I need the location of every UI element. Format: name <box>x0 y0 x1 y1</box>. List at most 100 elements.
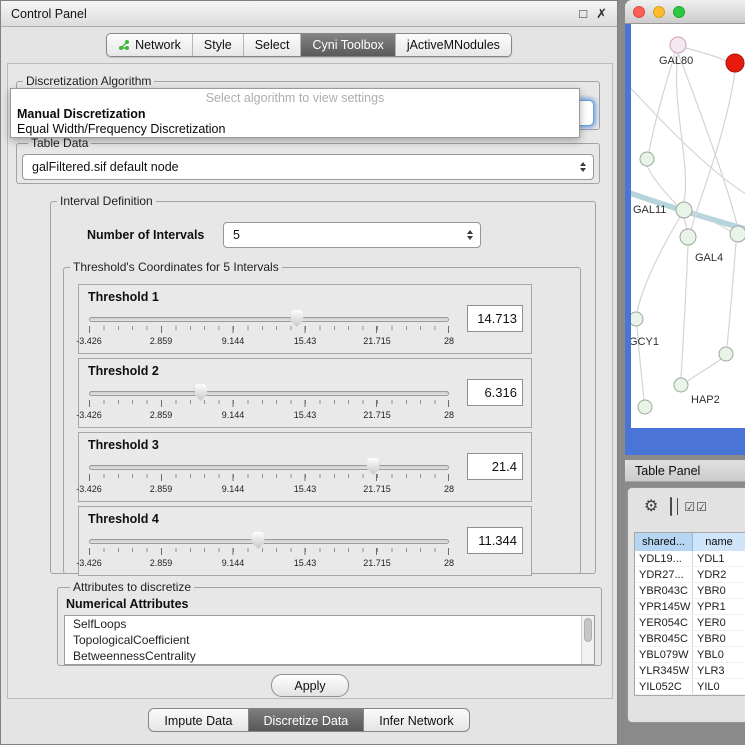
table-row[interactable]: YBR043CYBR0 <box>635 583 745 599</box>
network-node[interactable] <box>638 400 652 414</box>
dropdown-option-equal-width-frequency[interactable]: Equal Width/Frequency Discretization <box>11 122 579 137</box>
tab-select[interactable]: Select <box>243 34 301 56</box>
column-header-shared-name[interactable]: shared... <box>635 533 693 551</box>
slider-major-ticks <box>89 400 449 407</box>
node-label-gal11: GAL11 <box>633 204 666 216</box>
list-item-betweennesscentrality[interactable]: BetweennessCentrality <box>65 648 594 664</box>
threshold-2-value-field[interactable]: 6.316 <box>467 379 523 406</box>
dropdown-option-manual-discretization[interactable]: Manual Discretization <box>11 107 579 122</box>
tab-label: Cyni Toolbox <box>312 38 383 52</box>
table-panel-titlebar: Table Panel <box>625 459 745 482</box>
right-area: GAL80 GAL11 GAL4 GCY1 HAP2 Table Panel ⚙… <box>625 0 745 745</box>
table-row[interactable]: YLR345WYLR3 <box>635 663 745 679</box>
algorithm-dropdown: Select algorithm to view settings Manual… <box>10 88 580 138</box>
tick-label: 15.43 <box>294 336 317 346</box>
tick-label: 21.715 <box>363 558 391 568</box>
scrollbar-thumb[interactable] <box>584 618 592 642</box>
network-node[interactable] <box>676 202 692 218</box>
tick-label: 9.144 <box>222 410 245 420</box>
columns-icon[interactable] <box>670 497 672 516</box>
combo-arrows-icon <box>580 162 586 172</box>
tick-label: 2.859 <box>150 410 173 420</box>
slider-thumb[interactable] <box>252 532 265 549</box>
table-row[interactable]: YBR045CYBR0 <box>635 631 745 647</box>
table-row[interactable]: YIL052CYIL0 <box>635 679 745 695</box>
network-node[interactable] <box>640 152 654 166</box>
float-window-icon[interactable]: □ <box>579 7 587 20</box>
slider-track[interactable] <box>89 539 449 544</box>
node-table: shared... name YDL19...YDL1 YDR27...YDR2… <box>634 532 745 696</box>
slider-thumb[interactable] <box>367 458 380 475</box>
network-node[interactable] <box>674 378 688 392</box>
table-row[interactable]: YBL079WYBL0 <box>635 647 745 663</box>
attributes-to-discretize-group: Attributes to discretize Numerical Attri… <box>57 580 602 666</box>
node-label-hap2: HAP2 <box>691 394 720 406</box>
number-of-intervals-label: Number of Intervals <box>87 228 204 242</box>
bottom-tab-bar: Impute Data Discretize Data Infer Networ… <box>1 708 617 732</box>
tick-label: 21.715 <box>363 336 391 346</box>
zoom-traffic-light[interactable] <box>673 6 685 18</box>
slider-tick-labels: -3.426 2.859 9.144 15.43 21.715 28 <box>89 558 449 570</box>
scrollbar[interactable] <box>581 616 594 664</box>
close-traffic-light[interactable] <box>633 6 645 18</box>
threshold-3-value-field[interactable]: 21.4 <box>467 453 523 480</box>
threshold-3-panel: Threshold 3 -3.426 2.859 9.144 15.43 21.… <box>78 432 532 502</box>
table-row[interactable]: YDR27...YDR2 <box>635 567 745 583</box>
list-item-topologicalcoefficient[interactable]: TopologicalCoefficient <box>65 632 594 648</box>
table-row[interactable]: YER054CYER0 <box>635 615 745 631</box>
threshold-3-slider[interactable]: -3.426 2.859 9.144 15.43 21.715 28 <box>89 457 449 499</box>
threshold-label: Threshold 1 <box>88 290 159 304</box>
network-window-titlebar[interactable] <box>625 0 745 24</box>
network-node[interactable] <box>670 37 686 53</box>
slider-track[interactable] <box>89 317 449 322</box>
slider-track[interactable] <box>89 391 449 396</box>
interval-definition-group: Interval Definition Number of Intervals … <box>50 194 596 574</box>
tab-jactivemnodules[interactable]: jActiveMNodules <box>395 34 511 56</box>
network-canvas[interactable]: GAL80 GAL11 GAL4 GCY1 HAP2 <box>631 24 745 428</box>
table-row[interactable]: YPR145WYPR1 <box>635 599 745 615</box>
slider-track[interactable] <box>89 465 449 470</box>
tick-label: 15.43 <box>294 410 317 420</box>
gear-icon[interactable]: ⚙ <box>644 499 658 515</box>
network-node[interactable] <box>631 312 643 326</box>
network-node[interactable] <box>730 226 745 242</box>
highlighted-network-node[interactable] <box>726 54 744 72</box>
network-node[interactable] <box>719 347 733 361</box>
tick-label: 15.43 <box>294 484 317 494</box>
slider-thumb[interactable] <box>290 310 303 327</box>
tick-label: 28 <box>444 558 454 568</box>
column-header-name[interactable]: name <box>693 533 745 551</box>
tab-cyni-toolbox[interactable]: Cyni Toolbox <box>300 34 394 56</box>
tab-discretize-data[interactable]: Discretize Data <box>248 708 365 732</box>
table-row[interactable]: YDL19...YDL1 <box>635 551 745 567</box>
network-node[interactable] <box>680 229 696 245</box>
column-checkboxes-icon[interactable]: ☑☑ <box>684 500 708 514</box>
slider-thumb[interactable] <box>194 384 207 401</box>
threshold-2-panel: Threshold 2 -3.426 2.859 9.144 15.43 21.… <box>78 358 532 428</box>
list-item-selfloops[interactable]: SelfLoops <box>65 616 594 632</box>
tick-label: 2.859 <box>150 558 173 568</box>
number-of-intervals-select[interactable]: 5 <box>223 222 481 248</box>
tab-infer-network[interactable]: Infer Network <box>363 708 469 732</box>
apply-button[interactable]: Apply <box>271 674 349 697</box>
tab-style[interactable]: Style <box>192 34 243 56</box>
threshold-1-value-field[interactable]: 14.713 <box>467 305 523 332</box>
tab-label: Network <box>135 38 181 52</box>
minimize-traffic-light[interactable] <box>653 6 665 18</box>
tab-impute-data[interactable]: Impute Data <box>148 708 248 732</box>
tick-label: -3.426 <box>76 558 102 568</box>
close-window-icon[interactable]: ✗ <box>596 7 607 20</box>
threshold-2-slider[interactable]: -3.426 2.859 9.144 15.43 21.715 28 <box>89 383 449 425</box>
threshold-1-panel: Threshold 1 -3.426 2.859 9.144 15.43 21.… <box>78 284 532 354</box>
slider-tick-labels: -3.426 2.859 9.144 15.43 21.715 28 <box>89 484 449 496</box>
network-icon <box>118 39 130 51</box>
table-data-select[interactable]: galFiltered.sif default node <box>22 154 594 180</box>
threshold-4-value-field[interactable]: 11.344 <box>467 527 523 554</box>
tab-network[interactable]: Network <box>107 34 192 56</box>
slider-tick-labels: -3.426 2.859 9.144 15.43 21.715 28 <box>89 336 449 348</box>
tick-label: -3.426 <box>76 410 102 420</box>
threshold-4-slider[interactable]: -3.426 2.859 9.144 15.43 21.715 28 <box>89 531 449 573</box>
threshold-1-slider[interactable]: -3.426 2.859 9.144 15.43 21.715 28 <box>89 309 449 351</box>
node-label-gcy1: GCY1 <box>631 336 659 348</box>
slider-major-ticks <box>89 474 449 481</box>
